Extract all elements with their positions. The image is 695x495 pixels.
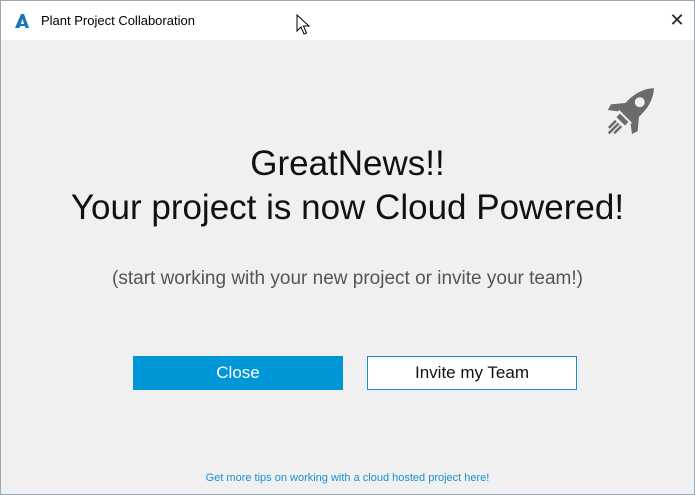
mouse-cursor-icon xyxy=(296,14,311,35)
invite-team-button[interactable]: Invite my Team xyxy=(367,356,577,390)
tips-link[interactable]: Get more tips on working with a cloud ho… xyxy=(1,470,694,486)
window-close-button[interactable]: ✕ xyxy=(666,9,688,31)
title-bar: Plant Project Collaboration ✕ xyxy=(1,1,694,40)
subtitle: (start working with your new project or … xyxy=(112,268,583,289)
rocket-icon xyxy=(607,88,654,135)
autodesk-a-icon xyxy=(15,14,29,28)
headline: GreatNews!! Your project is now Cloud Po… xyxy=(1,142,694,230)
close-button[interactable]: Close xyxy=(133,356,343,390)
headline-line-2: Your project is now Cloud Powered! xyxy=(70,188,625,227)
headline-line-1: GreatNews!! xyxy=(250,144,445,183)
window-title: Plant Project Collaboration xyxy=(41,13,195,28)
dialog-window: Plant Project Collaboration ✕ GreatNews!… xyxy=(0,0,695,495)
